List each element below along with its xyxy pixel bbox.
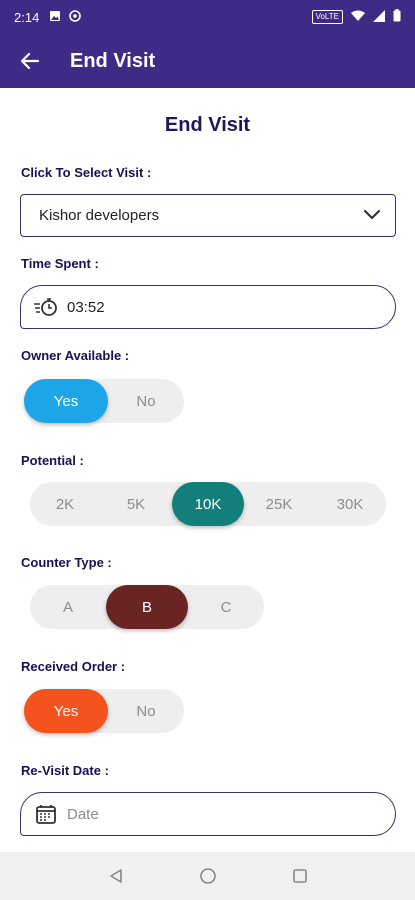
system-nav-bar bbox=[0, 852, 415, 900]
received-order-toggle: Yes No bbox=[24, 689, 184, 733]
time-spent-field[interactable]: 03:52 bbox=[20, 285, 396, 329]
nav-home-button[interactable] bbox=[194, 862, 222, 890]
potential-option-5k[interactable]: 5K bbox=[100, 482, 172, 526]
visit-select-value: Kishor developers bbox=[39, 207, 160, 224]
visit-select[interactable]: Kishor developers bbox=[20, 194, 396, 237]
wifi-icon bbox=[351, 10, 365, 25]
signal-icon bbox=[373, 9, 385, 25]
visit-select-label: Click To Select Visit : bbox=[21, 165, 152, 180]
received-order-label: Received Order : bbox=[21, 659, 126, 674]
potential-selector: 2K 5K 10K 25K 30K bbox=[30, 482, 386, 526]
battery-icon bbox=[393, 9, 401, 25]
time-spent-label: Time Spent : bbox=[21, 256, 99, 271]
owner-available-yes[interactable]: Yes bbox=[24, 379, 108, 423]
arrow-left-icon bbox=[21, 53, 39, 69]
potential-label: Potential : bbox=[21, 453, 84, 468]
square-recents-icon bbox=[292, 869, 307, 883]
back-button[interactable] bbox=[10, 41, 50, 81]
counter-type-option-b[interactable]: B bbox=[106, 585, 188, 629]
stopwatch-icon bbox=[33, 294, 59, 320]
nav-recents-button[interactable] bbox=[286, 862, 314, 890]
potential-option-10k[interactable]: 10K bbox=[172, 482, 244, 526]
counter-type-option-a[interactable]: A bbox=[30, 585, 106, 629]
at-notification-icon bbox=[69, 9, 82, 25]
owner-available-toggle: Yes No bbox=[24, 379, 184, 423]
potential-option-25k[interactable]: 25K bbox=[244, 482, 314, 526]
potential-option-2k[interactable]: 2K bbox=[30, 482, 100, 526]
revisit-date-field[interactable]: Date bbox=[20, 792, 396, 836]
received-order-yes[interactable]: Yes bbox=[24, 689, 108, 733]
chevron-down-icon bbox=[363, 207, 381, 224]
app-bar: End Visit bbox=[0, 34, 415, 88]
calendar-icon bbox=[33, 801, 59, 827]
revisit-date-placeholder: Date bbox=[67, 805, 99, 823]
app-bar-title: End Visit bbox=[70, 49, 156, 72]
counter-type-label: Counter Type : bbox=[21, 555, 112, 570]
circle-home-icon bbox=[199, 868, 216, 884]
potential-option-30k[interactable]: 30K bbox=[314, 482, 386, 526]
end-visit-form: End Visit Click To Select Visit : Kishor… bbox=[0, 88, 415, 852]
nav-back-button[interactable] bbox=[102, 862, 130, 890]
owner-available-no[interactable]: No bbox=[108, 379, 184, 423]
status-bar: 2:14 VoLTE bbox=[0, 0, 415, 34]
page-title: End Visit bbox=[164, 114, 251, 136]
counter-type-selector: A B C bbox=[30, 585, 264, 629]
image-notification-icon bbox=[49, 10, 61, 25]
time-spent-value: 03:52 bbox=[67, 298, 105, 316]
revisit-date-label: Re-Visit Date : bbox=[21, 763, 109, 778]
triangle-back-icon bbox=[109, 869, 122, 883]
volte-badge: VoLTE bbox=[311, 10, 343, 24]
counter-type-option-c[interactable]: C bbox=[188, 585, 264, 629]
received-order-no[interactable]: No bbox=[108, 689, 184, 733]
owner-available-label: Owner Available : bbox=[21, 348, 130, 363]
status-time: 2:14 bbox=[14, 9, 40, 25]
